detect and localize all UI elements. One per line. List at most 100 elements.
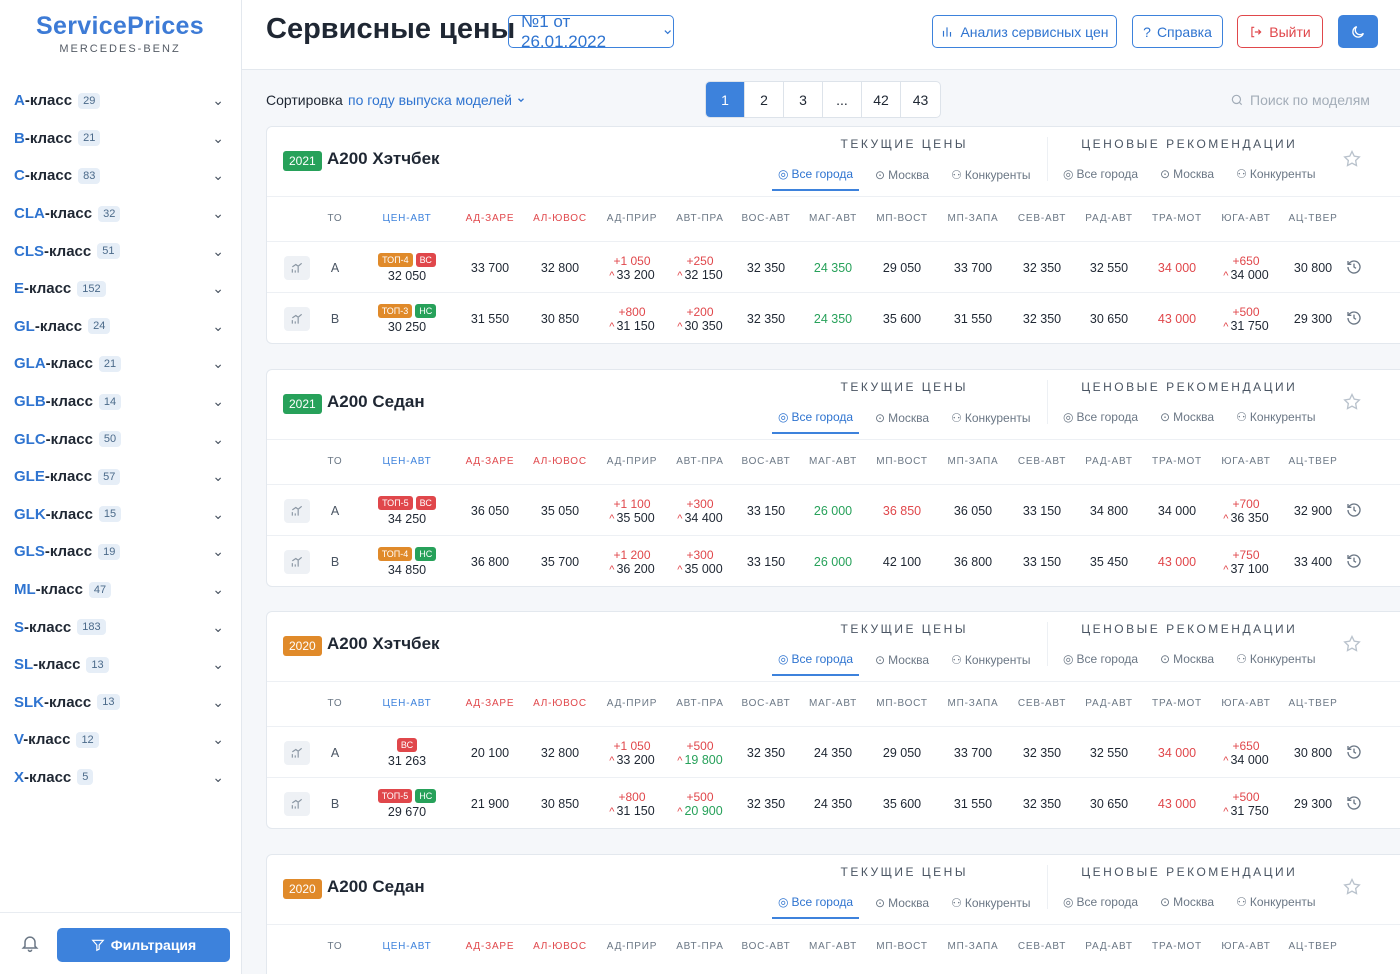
history-button[interactable]: [1346, 310, 1362, 331]
sidebar-item-a[interactable]: A-класс 29 ⌄: [0, 82, 240, 120]
tab-moscow[interactable]: ⊙ Москва: [869, 163, 935, 191]
tab-competitors[interactable]: ⚇ Конкуренты: [945, 163, 1036, 191]
sidebar-item-v[interactable]: V-класс 12 ⌄: [0, 721, 240, 759]
chevron-down-icon[interactable]: ⌄: [212, 167, 224, 184]
sidebar-item-b[interactable]: B-класс 21 ⌄: [0, 120, 240, 158]
tab-moscow[interactable]: ⊙ Москва: [869, 891, 935, 919]
tab-all-cities[interactable]: ◎ Все города: [1057, 163, 1144, 189]
tab-all-cities[interactable]: ◎ Все города: [1057, 406, 1144, 432]
sidebar-item-e[interactable]: E-класс 152 ⌄: [0, 270, 240, 308]
sidebar-item-gl[interactable]: GL-класс 24 ⌄: [0, 308, 240, 346]
favorite-button[interactable]: [1342, 392, 1362, 417]
history-button[interactable]: [1346, 553, 1362, 574]
document-select[interactable]: №1 от 26.01.2022: [508, 12, 674, 51]
history-button[interactable]: [1346, 744, 1362, 765]
sidebar-item-s[interactable]: S-класс 183 ⌄: [0, 608, 240, 646]
chevron-down-icon[interactable]: ⌄: [212, 92, 224, 109]
chevron-down-icon[interactable]: ⌄: [212, 243, 224, 260]
price-value: 30 850: [540, 796, 580, 811]
price-cell: +500 ^ 31 750: [1211, 778, 1281, 828]
class-letter: E: [14, 280, 25, 298]
tab-competitors[interactable]: ⚇ Конкуренты: [945, 406, 1036, 434]
sidebar-item-cls[interactable]: CLS-класс 51 ⌄: [0, 232, 240, 270]
tab-all-cities[interactable]: ◎ Все города: [1057, 891, 1144, 917]
page-button-3[interactable]: 3: [784, 82, 823, 117]
price-delta: +200: [686, 304, 714, 319]
sidebar-item-x[interactable]: X-класс 5 ⌄: [0, 759, 240, 797]
sidebar-item-cla[interactable]: CLA-класс 32 ⌄: [0, 195, 240, 233]
favorite-button[interactable]: [1342, 149, 1362, 174]
chevron-down-icon[interactable]: ⌄: [212, 543, 224, 560]
chevron-down-icon[interactable]: ⌄: [212, 656, 224, 673]
column-header: РАД-АВТ: [1085, 456, 1133, 467]
history-button[interactable]: [1346, 259, 1362, 280]
chevron-down-icon[interactable]: ⌄: [212, 694, 224, 711]
column-header: МП-ВОСТ: [876, 698, 928, 709]
help-button[interactable]: ? Справка: [1132, 15, 1223, 48]
chevron-down-icon[interactable]: ⌄: [212, 318, 224, 335]
tab-moscow[interactable]: ⊙ Москва: [1154, 648, 1220, 674]
sidebar-item-glb[interactable]: GLB-класс 14 ⌄: [0, 383, 240, 421]
sidebar-item-glc[interactable]: GLC-класс 50 ⌄: [0, 420, 240, 458]
search-input[interactable]: Поиск по моделям: [1230, 90, 1390, 110]
tab-competitors[interactable]: ⚇ Конкуренты: [1230, 891, 1321, 917]
tab-competitors[interactable]: ⚇ Конкуренты: [1230, 163, 1321, 189]
price-value: 24 350: [813, 260, 853, 275]
tab-competitors[interactable]: ⚇ Конкуренты: [945, 891, 1036, 919]
favorite-button[interactable]: [1342, 634, 1362, 659]
chevron-down-icon[interactable]: ⌄: [212, 769, 224, 786]
tab-all-cities[interactable]: ◎ Все города: [772, 648, 860, 676]
sort-select[interactable]: по году выпуска моделей: [348, 92, 526, 108]
sidebar-item-c[interactable]: C-класс 83 ⌄: [0, 157, 240, 195]
tab-moscow[interactable]: ⊙ Москва: [1154, 406, 1220, 432]
sidebar-item-gle[interactable]: GLE-класс 57 ⌄: [0, 458, 240, 496]
pin-icon: ◎: [778, 410, 789, 424]
page-button-2[interactable]: 2: [745, 82, 784, 117]
chevron-down-icon[interactable]: ⌄: [212, 731, 224, 748]
chevron-down-icon[interactable]: ⌄: [212, 431, 224, 448]
history-button[interactable]: [1346, 502, 1362, 523]
chevron-down-icon[interactable]: ⌄: [212, 355, 224, 372]
tab-competitors[interactable]: ⚇ Конкуренты: [1230, 406, 1321, 432]
tab-moscow[interactable]: ⊙ Москва: [1154, 163, 1220, 189]
sidebar-item-slk[interactable]: SLK-класс 13 ⌄: [0, 684, 240, 722]
tab-moscow[interactable]: ⊙ Москва: [869, 648, 935, 676]
tab-moscow[interactable]: ⊙ Москва: [869, 406, 935, 434]
price-value: 24 350: [813, 796, 853, 811]
chevron-down-icon[interactable]: ⌄: [212, 130, 224, 147]
chevron-down-icon[interactable]: ⌄: [212, 619, 224, 636]
theme-toggle-button[interactable]: [1338, 15, 1378, 48]
chevron-down-icon[interactable]: ⌄: [212, 581, 224, 598]
arrow-up-icon: ^: [1223, 320, 1229, 333]
logout-button[interactable]: Выйти: [1237, 15, 1323, 48]
bell-icon[interactable]: [20, 933, 40, 953]
page-button-42[interactable]: 42: [862, 82, 901, 117]
filter-button[interactable]: Фильтрация: [57, 928, 230, 962]
chevron-down-icon[interactable]: ⌄: [212, 393, 224, 410]
logo[interactable]: ServicePrices MERCEDES-BENZ: [0, 12, 240, 55]
tab-all-cities[interactable]: ◎ Все города: [772, 163, 860, 191]
chevron-down-icon[interactable]: ⌄: [212, 205, 224, 222]
chevron-down-icon[interactable]: ⌄: [212, 506, 224, 523]
history-button[interactable]: [1346, 795, 1362, 816]
favorite-button[interactable]: [1342, 877, 1362, 902]
tab-all-cities[interactable]: ◎ Все города: [1057, 648, 1144, 674]
sidebar-item-gla[interactable]: GLA-класс 21 ⌄: [0, 345, 240, 383]
sidebar-item-ml[interactable]: ML-класс 47 ⌄: [0, 571, 240, 609]
chevron-down-icon[interactable]: ⌄: [212, 468, 224, 485]
page-button-1[interactable]: 1: [706, 82, 745, 117]
analysis-button[interactable]: Анализ сервисных цен: [932, 15, 1117, 48]
tab-all-cities[interactable]: ◎ Все города: [772, 891, 860, 919]
page-button-43[interactable]: 43: [901, 82, 940, 117]
price-value: 24 350: [813, 311, 853, 326]
sidebar-item-glk[interactable]: GLK-класс 15 ⌄: [0, 496, 240, 534]
column-header: АД-ПРИР: [606, 698, 658, 709]
sidebar-item-gls[interactable]: GLS-класс 19 ⌄: [0, 533, 240, 571]
chevron-down-icon[interactable]: ⌄: [212, 280, 224, 297]
tab-all-cities[interactable]: ◎ Все города: [772, 406, 860, 434]
tab-moscow[interactable]: ⊙ Москва: [1154, 891, 1220, 917]
sidebar-item-sl[interactable]: SL-класс 13 ⌄: [0, 646, 240, 684]
tab-competitors[interactable]: ⚇ Конкуренты: [945, 648, 1036, 676]
price-value: 32 550: [1089, 260, 1129, 275]
tab-competitors[interactable]: ⚇ Конкуренты: [1230, 648, 1321, 674]
